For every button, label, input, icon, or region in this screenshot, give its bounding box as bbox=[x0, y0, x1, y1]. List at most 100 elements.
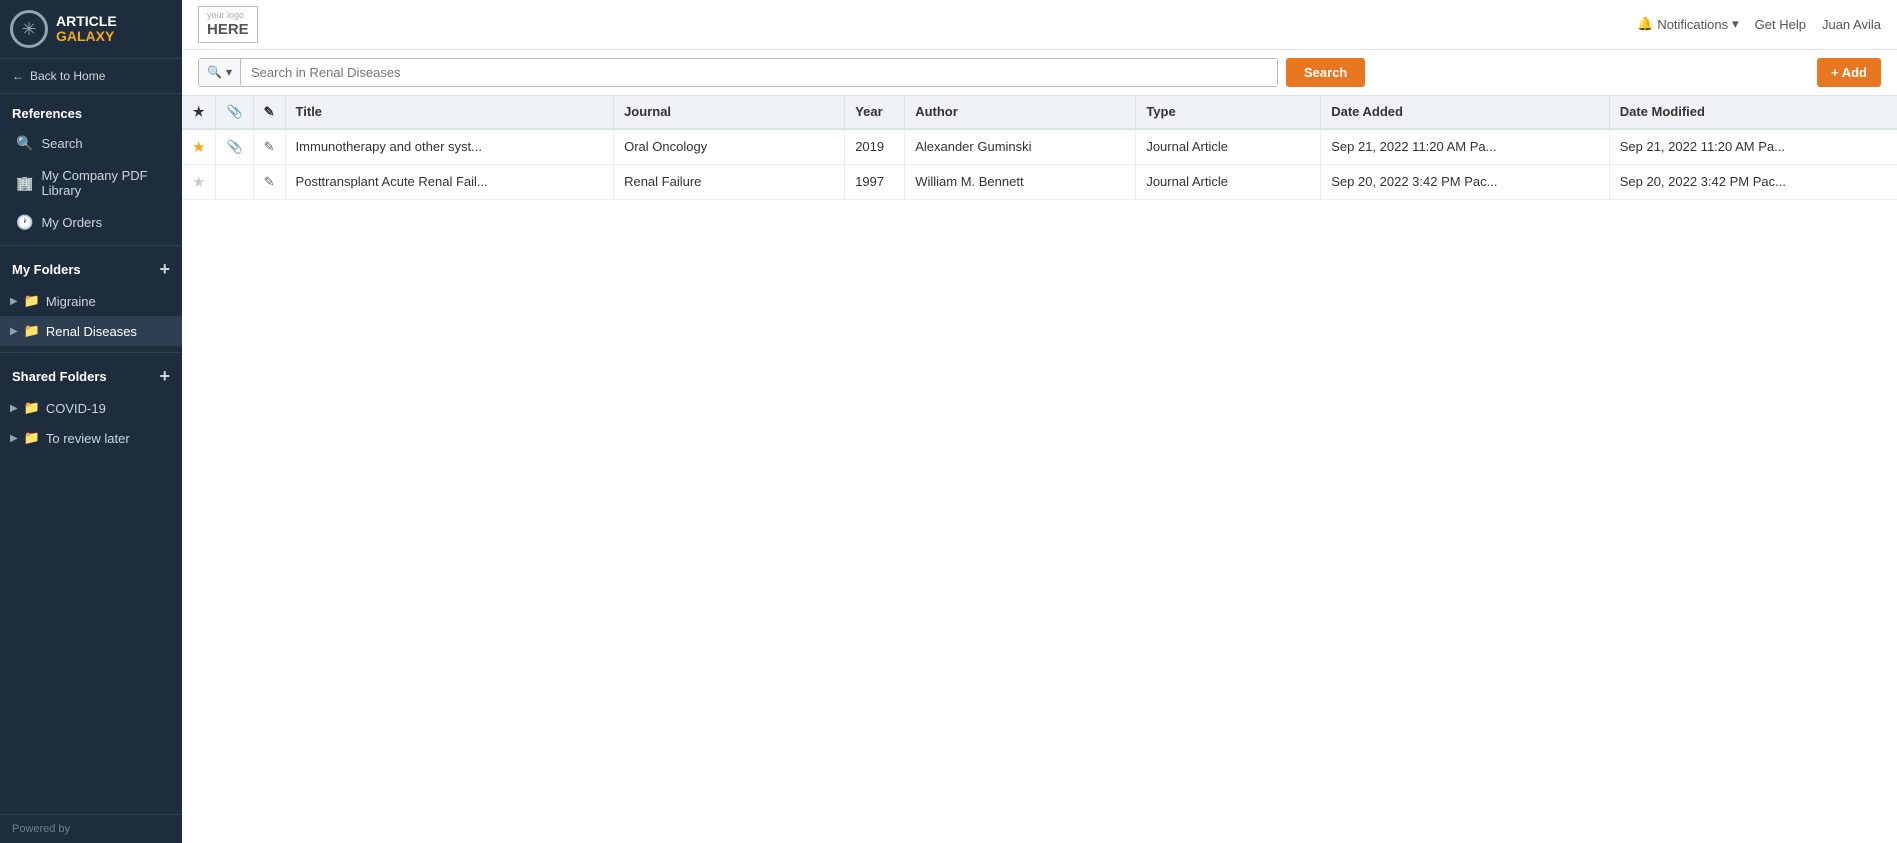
shared-folders-header: Shared Folders + bbox=[0, 359, 182, 393]
client-logo-your-text: your logo bbox=[207, 10, 249, 21]
chevron-right-icon: ▶ bbox=[10, 326, 18, 337]
nav-pdf-library[interactable]: 🏢 My Company PDF Library bbox=[0, 160, 182, 206]
col-header-attachment: 📎 bbox=[216, 96, 253, 129]
col-header-date-modified: Date Modified bbox=[1609, 96, 1897, 129]
nav-orders-label: My Orders bbox=[41, 215, 102, 230]
shared-folders-label: Shared Folders bbox=[12, 369, 107, 384]
chevron-right-icon: ▶ bbox=[10, 433, 18, 444]
sidebar-logo: ✳ ARTICLE GALAXY bbox=[0, 0, 182, 59]
nav-search-label: Search bbox=[41, 136, 82, 151]
folder-to-review-later[interactable]: ▶ 📁 To review later bbox=[0, 423, 182, 453]
folder-migraine-label: Migraine bbox=[46, 294, 96, 309]
folder-renal-diseases[interactable]: ▶ 📁 Renal Diseases bbox=[0, 316, 182, 346]
references-table-container: ★ 📎 ✎ Title Journal Year Author Type Dat… bbox=[182, 96, 1897, 843]
folder-icon: 📁 bbox=[24, 430, 40, 446]
logo-galaxy: GALAXY bbox=[56, 29, 117, 44]
back-to-home-button[interactable]: ← Back to Home bbox=[0, 59, 182, 94]
app-logo-icon: ✳ bbox=[10, 10, 48, 48]
col-header-journal: Journal bbox=[614, 96, 845, 129]
star-empty-icon: ★ bbox=[192, 174, 205, 191]
main-content: your logo HERE 🔔 Notifications ▾ Get Hel… bbox=[182, 0, 1897, 843]
col-header-date-added: Date Added bbox=[1321, 96, 1610, 129]
year-cell: 2019 bbox=[845, 129, 905, 165]
edit-cell[interactable]: ✎ bbox=[253, 164, 285, 199]
chevron-right-icon: ▶ bbox=[10, 403, 18, 414]
edit-icon: ✎ bbox=[264, 139, 275, 154]
table-row[interactable]: ★📎✎Immunotherapy and other syst...Oral O… bbox=[182, 129, 1897, 165]
pdf-library-icon: 🏢 bbox=[16, 175, 33, 192]
folder-to-review-label: To review later bbox=[46, 431, 130, 446]
app-logo-text: ARTICLE GALAXY bbox=[56, 14, 117, 45]
client-logo: your logo HERE bbox=[198, 6, 258, 43]
my-folders-label: My Folders bbox=[12, 262, 81, 277]
star-icon: ★ bbox=[192, 139, 205, 156]
search-filter-button[interactable]: 🔍 ▾ bbox=[199, 59, 241, 85]
folder-icon: 📁 bbox=[24, 400, 40, 416]
col-header-year: Year bbox=[845, 96, 905, 129]
references-section-label: References bbox=[0, 94, 182, 127]
type-cell: Journal Article bbox=[1136, 164, 1321, 199]
col-header-type: Type bbox=[1136, 96, 1321, 129]
col-header-title: Title bbox=[285, 96, 614, 129]
sidebar-footer: Powered by bbox=[0, 814, 182, 843]
references-table: ★ 📎 ✎ Title Journal Year Author Type Dat… bbox=[182, 96, 1897, 200]
paperclip-icon: 📎 bbox=[226, 139, 242, 154]
table-body: ★📎✎Immunotherapy and other syst...Oral O… bbox=[182, 129, 1897, 200]
add-shared-folder-button[interactable]: + bbox=[159, 367, 170, 385]
search-nav-icon: 🔍 bbox=[16, 135, 33, 152]
powered-by-label: Powered by bbox=[12, 823, 70, 835]
col-header-edit: ✎ bbox=[253, 96, 285, 129]
folder-covid19-label: COVID-19 bbox=[46, 401, 106, 416]
add-folder-button[interactable]: + bbox=[159, 260, 170, 278]
col-header-star: ★ bbox=[182, 96, 216, 129]
col-header-author: Author bbox=[905, 96, 1136, 129]
edit-icon: ✎ bbox=[264, 174, 275, 189]
topbar-right: 🔔 Notifications ▾ Get Help Juan Avila bbox=[1637, 16, 1881, 32]
nav-pdf-library-label: My Company PDF Library bbox=[41, 168, 170, 198]
table-row[interactable]: ★✎Posttransplant Acute Renal Fail...Rena… bbox=[182, 164, 1897, 199]
folder-icon: 📁 bbox=[24, 323, 40, 339]
star-cell[interactable]: ★ bbox=[182, 164, 216, 199]
add-reference-button[interactable]: + Add bbox=[1817, 58, 1881, 87]
attachment-cell[interactable]: 📎 bbox=[216, 129, 253, 165]
search-input-wrapper: 🔍 ▾ bbox=[198, 58, 1278, 87]
notifications-chevron-icon: ▾ bbox=[1732, 16, 1739, 32]
logo-article: ARTICLE bbox=[56, 14, 117, 29]
back-arrow-icon: ← bbox=[12, 69, 24, 83]
notifications-button[interactable]: 🔔 Notifications ▾ bbox=[1637, 16, 1739, 32]
nav-orders[interactable]: 🕐 My Orders bbox=[0, 206, 182, 239]
orders-icon: 🕐 bbox=[16, 214, 33, 231]
type-cell: Journal Article bbox=[1136, 129, 1321, 165]
search-input[interactable] bbox=[241, 59, 1277, 86]
author-cell: William M. Bennett bbox=[905, 164, 1136, 199]
year-cell: 1997 bbox=[845, 164, 905, 199]
search-filter-icon: 🔍 bbox=[207, 65, 222, 79]
get-help-button[interactable]: Get Help bbox=[1755, 17, 1806, 32]
user-menu-button[interactable]: Juan Avila bbox=[1822, 17, 1881, 32]
folder-renal-diseases-label: Renal Diseases bbox=[46, 324, 137, 339]
edit-cell[interactable]: ✎ bbox=[253, 129, 285, 165]
title-cell: Immunotherapy and other syst... bbox=[285, 129, 614, 165]
date-added-cell: Sep 21, 2022 11:20 AM Pa... bbox=[1321, 129, 1610, 165]
attachment-cell[interactable] bbox=[216, 164, 253, 199]
star-cell[interactable]: ★ bbox=[182, 129, 216, 165]
chevron-right-icon: ▶ bbox=[10, 296, 18, 307]
folder-migraine[interactable]: ▶ 📁 Migraine bbox=[0, 286, 182, 316]
sidebar-divider-1 bbox=[0, 245, 182, 246]
sidebar-divider-2 bbox=[0, 352, 182, 353]
date-modified-cell: Sep 21, 2022 11:20 AM Pa... bbox=[1609, 129, 1897, 165]
author-cell: Alexander Guminski bbox=[905, 129, 1136, 165]
search-filter-chevron-icon: ▾ bbox=[226, 65, 232, 79]
back-to-home-label: Back to Home bbox=[30, 69, 105, 83]
folder-covid19[interactable]: ▶ 📁 COVID-19 bbox=[0, 393, 182, 423]
client-logo-here-text: HERE bbox=[207, 21, 249, 39]
folder-icon: 📁 bbox=[24, 293, 40, 309]
get-help-label: Get Help bbox=[1755, 17, 1806, 32]
date-modified-cell: Sep 20, 2022 3:42 PM Pac... bbox=[1609, 164, 1897, 199]
table-header-row: ★ 📎 ✎ Title Journal Year Author Type Dat… bbox=[182, 96, 1897, 129]
search-button[interactable]: Search bbox=[1286, 58, 1365, 87]
nav-search[interactable]: 🔍 Search bbox=[0, 127, 182, 160]
journal-cell: Renal Failure bbox=[614, 164, 845, 199]
topbar: your logo HERE 🔔 Notifications ▾ Get Hel… bbox=[182, 0, 1897, 50]
notifications-label: Notifications bbox=[1657, 17, 1728, 32]
